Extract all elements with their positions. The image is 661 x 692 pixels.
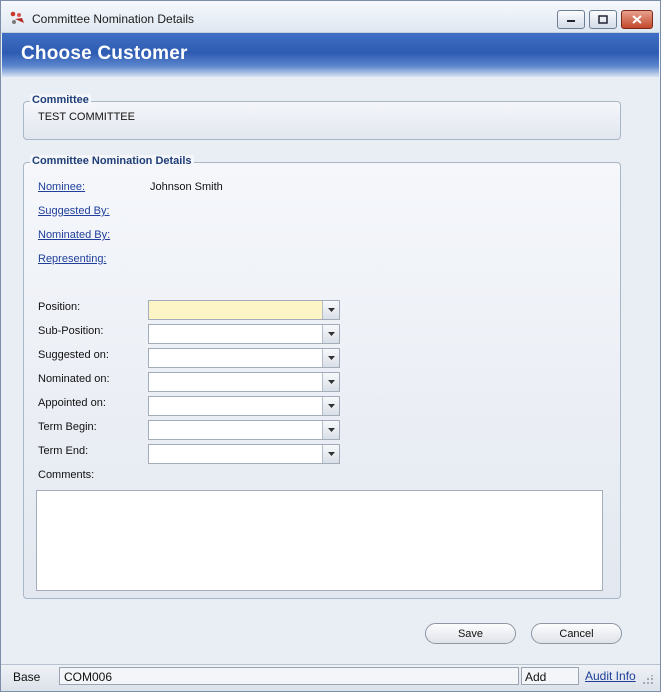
term-end-date-picker[interactable] (148, 444, 340, 464)
nomination-details-legend: Committee Nomination Details (30, 155, 194, 167)
cancel-button[interactable]: Cancel (531, 623, 622, 644)
comments-textarea[interactable] (36, 490, 603, 591)
chevron-down-icon (327, 452, 335, 456)
representing-link[interactable]: Representing: (38, 253, 107, 265)
page-header: Choose Customer (2, 33, 659, 77)
position-dropdown[interactable] (148, 300, 340, 320)
committee-nomination-window: Committee Nomination Details Choose Cust… (0, 0, 661, 692)
position-label: Position: (38, 301, 81, 313)
committee-group: Committee TEST COMMITTEE (23, 94, 621, 140)
title-bar: Committee Nomination Details (1, 1, 660, 33)
term-begin-dropdown-button[interactable] (322, 421, 339, 439)
nominated-on-date-picker[interactable] (148, 372, 340, 392)
chevron-down-icon (327, 356, 335, 360)
sub-position-dropdown[interactable] (148, 324, 340, 344)
resize-grip-icon[interactable] (642, 675, 654, 685)
committee-legend: Committee (30, 94, 91, 106)
committee-value: TEST COMMITTEE (38, 111, 135, 123)
maximize-icon (598, 15, 608, 24)
suggested-on-date-picker[interactable] (148, 348, 340, 368)
status-base: Base (13, 670, 41, 684)
minimize-icon (567, 19, 575, 22)
sub-position-label: Sub-Position: (38, 325, 104, 337)
audit-info-link[interactable]: Audit Info (585, 669, 636, 683)
minimize-button[interactable] (557, 10, 585, 29)
term-end-label: Term End: (38, 445, 89, 457)
save-button[interactable]: Save (425, 623, 516, 644)
chevron-down-icon (327, 428, 335, 432)
comments-label: Comments: (38, 469, 95, 481)
appointed-on-label: Appointed on: (38, 397, 106, 409)
chevron-down-icon (327, 308, 335, 312)
sub-position-dropdown-button[interactable] (322, 325, 339, 343)
nominated-by-link[interactable]: Nominated By: (38, 229, 110, 241)
suggested-by-link[interactable]: Suggested By: (38, 205, 110, 217)
nominee-link[interactable]: Nominee: (38, 181, 85, 193)
status-bar: Base COM006 Add Audit Info (1, 664, 660, 691)
status-mode: Add (525, 670, 547, 684)
status-mode-cell: Add (521, 667, 579, 685)
nominated-on-label: Nominated on: (38, 373, 110, 385)
nominated-on-dropdown-button[interactable] (322, 373, 339, 391)
term-begin-date-picker[interactable] (148, 420, 340, 440)
page-title: Choose Customer (21, 43, 188, 64)
term-begin-label: Term Begin: (38, 421, 97, 433)
appointed-on-date-picker[interactable] (148, 396, 340, 416)
term-end-dropdown-button[interactable] (322, 445, 339, 463)
nomination-details-group: Committee Nomination Details Nominee: Jo… (23, 155, 621, 599)
status-code: COM006 (64, 670, 113, 684)
chevron-down-icon (327, 404, 335, 408)
maximize-button[interactable] (589, 10, 617, 29)
close-icon (632, 15, 642, 24)
chevron-down-icon (327, 380, 335, 384)
appointed-on-dropdown-button[interactable] (322, 397, 339, 415)
chevron-down-icon (327, 332, 335, 336)
close-button[interactable] (621, 10, 653, 29)
app-icon (10, 11, 24, 24)
status-code-cell: COM006 (59, 667, 519, 685)
suggested-on-dropdown-button[interactable] (322, 349, 339, 367)
nominee-value: Johnson Smith (150, 181, 223, 193)
position-dropdown-button[interactable] (322, 301, 339, 319)
suggested-on-label: Suggested on: (38, 349, 109, 361)
window-title: Committee Nomination Details (32, 12, 195, 26)
